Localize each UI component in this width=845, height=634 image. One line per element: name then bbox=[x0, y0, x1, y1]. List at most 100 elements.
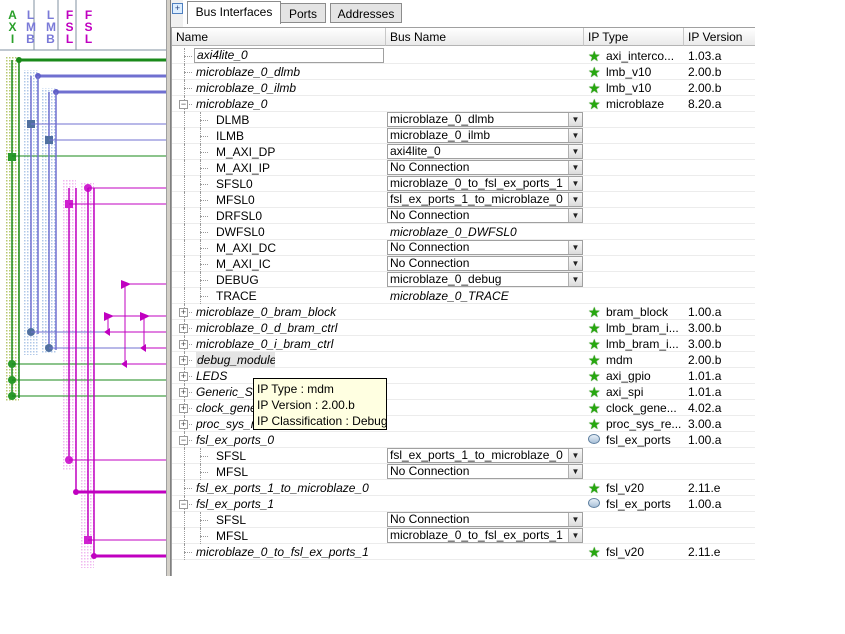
tab-bus-interfaces[interactable]: Bus Interfaces bbox=[187, 1, 281, 24]
expand-icon[interactable]: + bbox=[179, 308, 188, 317]
tab-addresses[interactable]: Addresses bbox=[330, 3, 402, 23]
table-row-ip[interactable]: + microblaze_0_d_bram_ctrl ★ lmb_bram_i... 3… bbox=[172, 320, 755, 336]
column-header-ip-version[interactable]: IP Version bbox=[684, 28, 755, 46]
table-row-interface[interactable]: SFSL0 microblaze_0_to_fsl_ex_ports_1 ▼ bbox=[172, 176, 755, 192]
table-row-ip[interactable]: − fsl_ex_ports_1 fsl_ex_ports 1.00.a bbox=[172, 496, 755, 512]
table-row-ip[interactable]: microblaze_0_ilmb ★ lmb_v10 2.00.b bbox=[172, 80, 755, 96]
ip-version-value: 1.00.a bbox=[688, 305, 722, 319]
bus-name-dropdown[interactable]: fsl_ex_ports_1_to_microblaze_0 ▼ bbox=[387, 192, 583, 207]
chevron-down-icon[interactable]: ▼ bbox=[568, 273, 582, 286]
table-row-ip[interactable]: + microblaze_0_i_bram_ctrl ★ lmb_bram_i... 3… bbox=[172, 336, 755, 352]
bus-name-dropdown[interactable]: microblaze_0_ilmb ▼ bbox=[387, 128, 583, 143]
ip-version-value: 1.00.a bbox=[688, 433, 722, 447]
chevron-down-icon[interactable]: ▼ bbox=[568, 449, 582, 462]
table-row-interface[interactable]: SFSL fsl_ex_ports_1_to_microblaze_0 ▼ bbox=[172, 448, 755, 464]
table-row-interface[interactable]: MFSL microblaze_0_to_fsl_ex_ports_1 ▼ bbox=[172, 528, 755, 544]
chevron-down-icon[interactable]: ▼ bbox=[568, 465, 582, 478]
ip-star-icon: ★ bbox=[588, 544, 601, 560]
table-row-interface[interactable]: M_AXI_DC No Connection ▼ bbox=[172, 240, 755, 256]
table-row-ip[interactable]: + debug_module ★ mdm 2.00.b bbox=[172, 352, 755, 368]
bus-name-dropdown[interactable]: No Connection ▼ bbox=[387, 208, 583, 223]
bus-name-dropdown[interactable]: No Connection ▼ bbox=[387, 464, 583, 479]
bus-name-dropdown[interactable]: microblaze_0_debug ▼ bbox=[387, 272, 583, 287]
table-row-interface[interactable]: DRFSL0 No Connection ▼ bbox=[172, 208, 755, 224]
ip-type-value: mdm bbox=[606, 353, 633, 367]
table-row-ip[interactable]: fsl_ex_ports_1_to_microblaze_0 ★ fsl_v20 2.… bbox=[172, 480, 755, 496]
bus-interface-name: TRACE bbox=[216, 289, 257, 303]
chevron-down-icon[interactable]: ▼ bbox=[568, 177, 582, 190]
expand-icon[interactable]: + bbox=[179, 388, 188, 397]
bus-interface-name: M_AXI_IP bbox=[216, 161, 271, 175]
table-row-ip[interactable]: microblaze_0_to_fsl_ex_ports_1 ★ fsl_v20 2.… bbox=[172, 544, 755, 560]
table-row-interface[interactable]: DLMB microblaze_0_dlmb ▼ bbox=[172, 112, 755, 128]
ip-type-value: axi_gpio bbox=[606, 369, 651, 383]
chevron-down-icon[interactable]: ▼ bbox=[568, 129, 582, 142]
bus-name-dropdown[interactable]: microblaze_0_to_fsl_ex_ports_1 ▼ bbox=[387, 176, 583, 191]
table-row-interface[interactable]: M_AXI_IP No Connection ▼ bbox=[172, 160, 755, 176]
bus-name-value: microblaze_0_debug bbox=[390, 272, 502, 286]
chevron-down-icon[interactable]: ▼ bbox=[568, 241, 582, 254]
table-row-ip[interactable]: − microblaze_0 ★ microblaze 8.20.a bbox=[172, 96, 755, 112]
table-row-interface[interactable]: MFSL0 fsl_ex_ports_1_to_microblaze_0 ▼ bbox=[172, 192, 755, 208]
bus-name-dropdown[interactable]: No Connection ▼ bbox=[387, 240, 583, 255]
chevron-down-icon[interactable]: ▼ bbox=[568, 113, 582, 126]
table-row-ip[interactable]: microblaze_0_dlmb ★ lmb_v10 2.00.b bbox=[172, 64, 755, 80]
ip-instance-name: microblaze_0_i_bram_ctrl bbox=[196, 337, 334, 351]
ip-type-value: lmb_v10 bbox=[606, 65, 652, 79]
chevron-down-icon[interactable]: ▼ bbox=[568, 193, 582, 206]
chevron-down-icon[interactable]: ▼ bbox=[568, 529, 582, 542]
chevron-down-icon[interactable]: ▼ bbox=[568, 161, 582, 174]
expand-icon[interactable]: + bbox=[179, 356, 188, 365]
expand-icon[interactable]: + bbox=[179, 324, 188, 333]
ip-star-icon: ★ bbox=[588, 384, 601, 400]
chevron-down-icon[interactable]: ▼ bbox=[568, 257, 582, 270]
ip-star-icon: ★ bbox=[588, 416, 601, 432]
table-row-interface[interactable]: SFSL No Connection ▼ bbox=[172, 512, 755, 528]
chevron-down-icon[interactable]: ▼ bbox=[568, 145, 582, 158]
bus-connectivity-diagram[interactable] bbox=[0, 0, 166, 576]
external-ports-icon bbox=[588, 498, 600, 508]
expand-icon[interactable]: + bbox=[179, 340, 188, 349]
table-row-ip[interactable]: + microblaze_0_bram_block ★ bram_block 1.00.… bbox=[172, 304, 755, 320]
column-header-ip-type[interactable]: IP Type bbox=[584, 28, 684, 46]
name-edit-field[interactable]: axi4lite_0 bbox=[194, 48, 384, 63]
table-row-interface[interactable]: TRACE microblaze_0_TRACE bbox=[172, 288, 755, 304]
table-row-interface[interactable]: DWFSL0 microblaze_0_DWFSL0 bbox=[172, 224, 755, 240]
collapse-icon[interactable]: − bbox=[179, 436, 188, 445]
collapse-icon[interactable]: − bbox=[179, 500, 188, 509]
bus-name-value: microblaze_0_TRACE bbox=[390, 289, 509, 303]
table-row-interface[interactable]: M_AXI_DP axi4lite_0 ▼ bbox=[172, 144, 755, 160]
external-ports-icon bbox=[588, 434, 600, 444]
bus-name-dropdown[interactable]: axi4lite_0 ▼ bbox=[387, 144, 583, 159]
bus-name-dropdown[interactable]: microblaze_0_to_fsl_ex_ports_1 ▼ bbox=[387, 528, 583, 543]
ip-star-icon: ★ bbox=[588, 336, 601, 352]
table-row-interface[interactable]: M_AXI_IC No Connection ▼ bbox=[172, 256, 755, 272]
debug-bus-arrow-3[interactable] bbox=[140, 312, 150, 321]
expand-icon[interactable]: + bbox=[179, 420, 188, 429]
table-row-interface[interactable]: DEBUG microblaze_0_debug ▼ bbox=[172, 272, 755, 288]
bus-name-dropdown[interactable]: No Connection ▼ bbox=[387, 160, 583, 175]
chevron-down-icon[interactable]: ▼ bbox=[568, 209, 582, 222]
ip-version-value: 2.11.e bbox=[688, 545, 721, 559]
axi-master-connector[interactable] bbox=[8, 153, 16, 161]
table-row-ip[interactable]: axi4lite_0 ★ axi_interco... 1.03.a bbox=[172, 48, 755, 64]
table-row-interface[interactable]: MFSL No Connection ▼ bbox=[172, 464, 755, 480]
expand-icon[interactable]: + bbox=[179, 372, 188, 381]
ip-star-icon: ★ bbox=[588, 480, 601, 496]
bus-name-dropdown[interactable]: No Connection ▼ bbox=[387, 512, 583, 527]
bus-name-dropdown[interactable]: No Connection ▼ bbox=[387, 256, 583, 271]
tab-ports[interactable]: Ports bbox=[280, 3, 326, 23]
bus-interface-name: MFSL bbox=[216, 529, 249, 543]
column-header-bus-name[interactable]: Bus Name bbox=[386, 28, 584, 46]
table-row-interface[interactable]: ILMB microblaze_0_ilmb ▼ bbox=[172, 128, 755, 144]
column-header-name[interactable]: Name bbox=[172, 28, 386, 46]
chevron-down-icon[interactable]: ▼ bbox=[568, 513, 582, 526]
bus-name-dropdown[interactable]: microblaze_0_dlmb ▼ bbox=[387, 112, 583, 127]
table-row-ip[interactable]: − fsl_ex_ports_0 fsl_ex_ports 1.00.a bbox=[172, 432, 755, 448]
debug-bus-arrow-2[interactable] bbox=[104, 312, 114, 321]
bus-name-dropdown[interactable]: fsl_ex_ports_1_to_microblaze_0 ▼ bbox=[387, 448, 583, 463]
collapse-icon[interactable]: − bbox=[179, 100, 188, 109]
debug-bus-arrow-1[interactable] bbox=[121, 280, 131, 289]
bus-name-value: No Connection bbox=[390, 160, 470, 174]
expand-icon[interactable]: + bbox=[179, 404, 188, 413]
